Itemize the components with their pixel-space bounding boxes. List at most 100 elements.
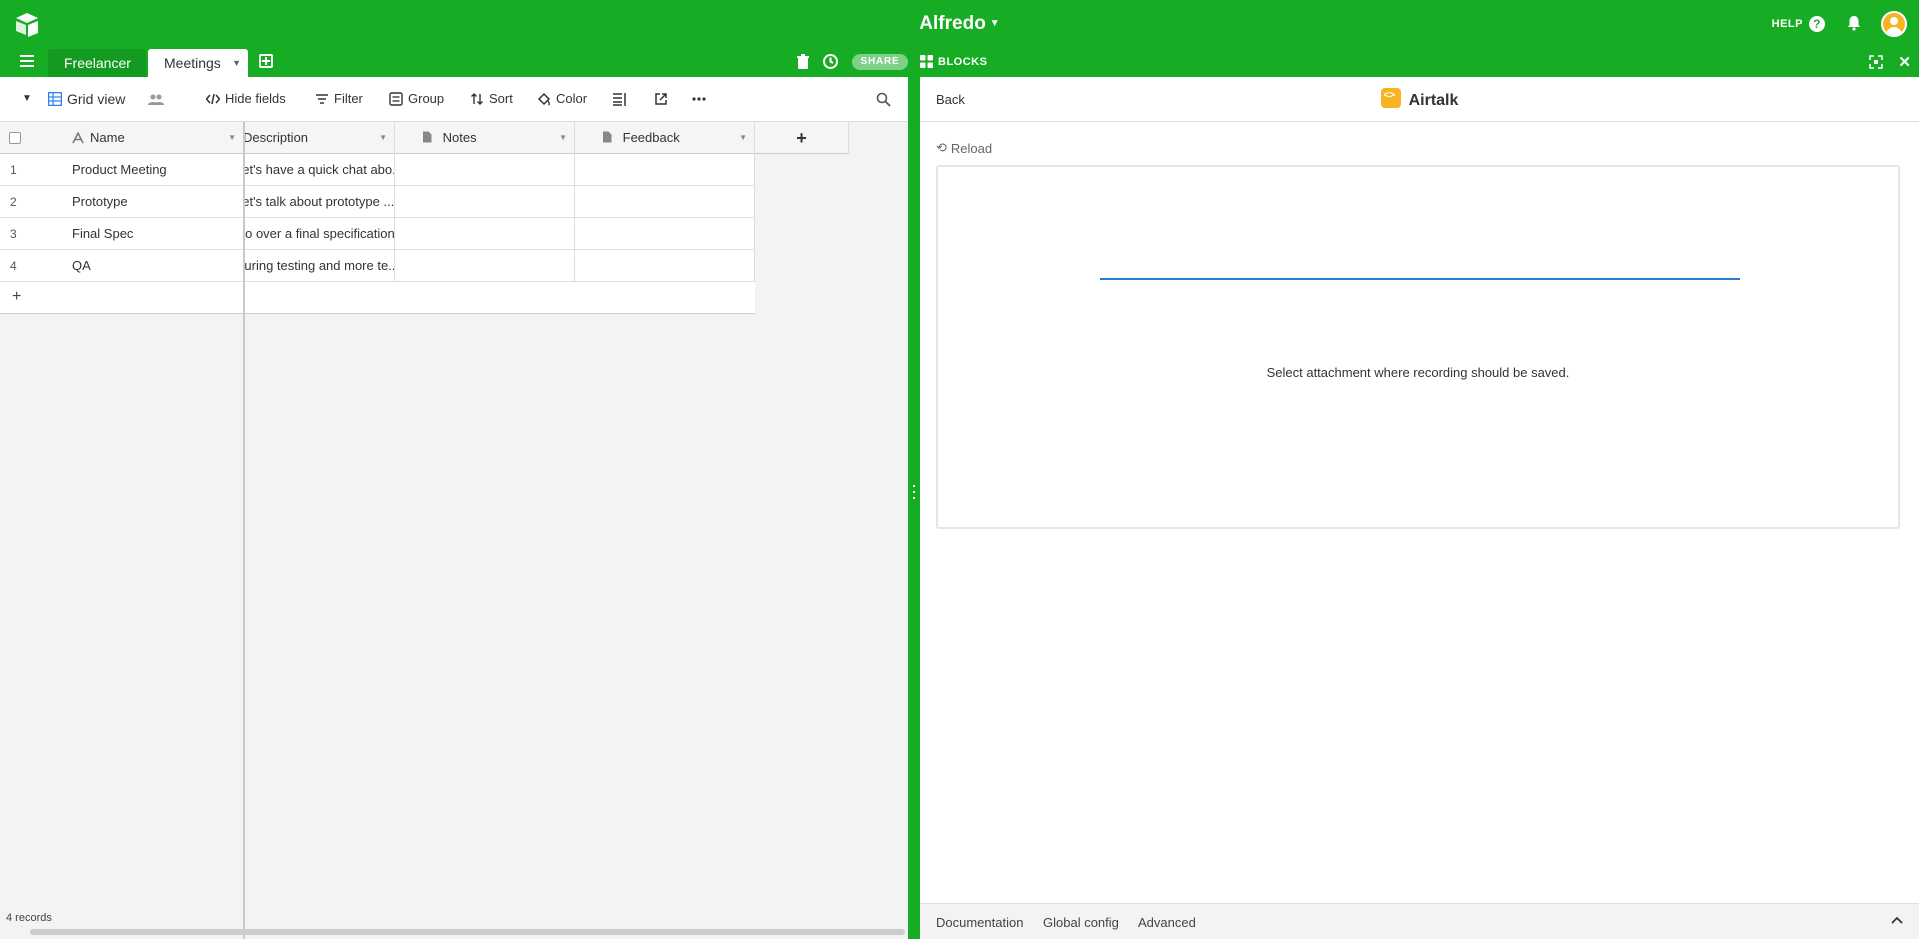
block-pane: Back Airtalk ⟲ Reload Select attachment … xyxy=(920,77,1919,939)
long-text-field-icon xyxy=(603,131,612,143)
help-button[interactable]: HELP ? xyxy=(1772,16,1825,32)
filter-icon xyxy=(316,93,328,104)
group-icon xyxy=(389,91,403,106)
table-row[interactable]: Let's have a quick chat abo... xyxy=(245,154,755,186)
chevron-up-icon[interactable] xyxy=(1891,916,1903,924)
cell-description[interactable]: Let's have a quick chat abo... xyxy=(245,154,395,186)
cell-notes[interactable] xyxy=(395,250,575,282)
frozen-column-area: Name ▼ 1 Product Meeting 2 Prototype 3 F… xyxy=(0,122,245,939)
progress-line xyxy=(1100,278,1740,280)
share-view-icon[interactable] xyxy=(654,92,668,106)
grid-pane: ▼ Grid view Hide fields Filter Group Sor… xyxy=(0,77,908,939)
grid-header-frozen: Name ▼ xyxy=(0,122,243,154)
table-row[interactable]: Go over a final specification ... xyxy=(245,218,755,250)
add-table-icon[interactable] xyxy=(259,54,273,68)
color-label: Color xyxy=(556,91,588,106)
add-record-button[interactable]: + xyxy=(0,282,243,314)
base-menu-caret-icon[interactable]: ▼ xyxy=(990,18,1000,29)
color-button[interactable]: Color xyxy=(537,91,587,106)
view-switcher-caret-icon[interactable]: ▼ xyxy=(22,93,32,104)
view-name: Grid view xyxy=(67,91,126,107)
column-header-description[interactable]: Description ▼ xyxy=(243,122,395,154)
table-row[interactable]: 3 Final Spec xyxy=(0,218,243,250)
trash-icon[interactable] xyxy=(796,54,810,70)
column-header-feedback[interactable]: Feedback ▼ xyxy=(575,122,755,154)
cell-description[interactable]: During testing and more te... xyxy=(245,250,395,282)
horizontal-scrollbar[interactable] xyxy=(30,929,905,935)
hamburger-icon[interactable] xyxy=(20,55,34,69)
color-icon xyxy=(537,92,551,106)
table-row[interactable]: 4 QA xyxy=(0,250,243,282)
help-label: HELP xyxy=(1771,18,1803,30)
cell-feedback[interactable] xyxy=(575,186,755,218)
cell-description[interactable]: Let's talk about prototype ... xyxy=(245,186,395,218)
row-height-icon[interactable] xyxy=(612,92,627,107)
table-row[interactable]: Let's talk about prototype ... xyxy=(245,186,755,218)
more-icon[interactable] xyxy=(692,97,706,101)
fullscreen-icon[interactable] xyxy=(1869,55,1883,69)
column-menu-caret-icon[interactable]: ▼ xyxy=(739,122,747,154)
bell-icon[interactable] xyxy=(1845,14,1863,32)
column-menu-caret-icon[interactable]: ▼ xyxy=(559,122,567,154)
grid-view-icon xyxy=(48,92,62,106)
share-button[interactable]: SHARE xyxy=(852,54,908,70)
text-field-icon xyxy=(72,132,84,144)
airtable-logo-icon[interactable] xyxy=(14,11,40,37)
cell-feedback[interactable] xyxy=(575,250,755,282)
history-icon[interactable] xyxy=(822,53,839,70)
cell-notes[interactable] xyxy=(395,186,575,218)
column-label-name: Name xyxy=(90,130,125,145)
table-row[interactable]: 2 Prototype xyxy=(0,186,243,218)
hide-fields-label: Hide fields xyxy=(225,91,286,106)
attachment-message: Select attachment where recording should… xyxy=(1266,365,1570,380)
advanced-link[interactable]: Advanced xyxy=(1138,915,1196,930)
cell-name[interactable]: Product Meeting xyxy=(72,154,167,186)
long-text-field-icon xyxy=(423,131,432,143)
base-title[interactable]: Alfredo ▼ xyxy=(0,13,1919,35)
cell-notes[interactable] xyxy=(395,218,575,250)
column-menu-caret-icon[interactable]: ▼ xyxy=(379,122,387,154)
column-header-name[interactable]: Name ▼ xyxy=(72,122,243,154)
grid-header-scrolled: Description ▼ Notes ▼ Feedback ▼ + xyxy=(243,122,849,154)
close-icon[interactable]: ✕ xyxy=(1898,53,1911,71)
pane-resize-handle[interactable] xyxy=(908,77,920,939)
group-label: Group xyxy=(408,91,445,106)
add-row-strip[interactable] xyxy=(245,282,755,314)
search-icon[interactable] xyxy=(876,92,891,107)
filter-button[interactable]: Filter xyxy=(315,91,363,106)
global-config-link[interactable]: Global config xyxy=(1043,915,1119,930)
cell-feedback[interactable] xyxy=(575,218,755,250)
cell-feedback[interactable] xyxy=(575,154,755,186)
sort-label: Sort xyxy=(489,91,513,106)
collaborators-icon[interactable] xyxy=(148,94,164,106)
cell-name[interactable]: Prototype xyxy=(72,186,128,218)
hide-fields-button[interactable]: Hide fields xyxy=(206,91,286,106)
documentation-link[interactable]: Documentation xyxy=(936,915,1023,930)
block-code-icon xyxy=(1380,88,1401,108)
base-name[interactable]: Alfredo xyxy=(919,13,986,34)
blocks-label: BLOCKS xyxy=(938,55,988,68)
column-header-notes[interactable]: Notes ▼ xyxy=(395,122,575,154)
blocks-header: BLOCKS ✕ xyxy=(920,48,1919,77)
view-switcher[interactable]: Grid view xyxy=(48,91,125,107)
table-row[interactable]: 1 Product Meeting xyxy=(0,154,243,186)
tab-menu-caret-icon[interactable]: ▼ xyxy=(232,49,241,77)
group-button[interactable]: Group xyxy=(389,91,444,106)
cell-description[interactable]: Go over a final specification ... xyxy=(245,218,395,250)
reload-button[interactable]: ⟲ Reload xyxy=(936,140,992,156)
view-bar: ▼ Grid view Hide fields Filter Group Sor… xyxy=(0,77,908,122)
row-number: 4 xyxy=(10,259,17,273)
tab-freelancer[interactable]: Freelancer xyxy=(48,49,146,77)
column-menu-caret-icon[interactable]: ▼ xyxy=(228,122,236,154)
cell-notes[interactable] xyxy=(395,154,575,186)
sort-button[interactable]: Sort xyxy=(470,91,513,106)
cell-name[interactable]: Final Spec xyxy=(72,218,133,250)
select-all-checkbox[interactable] xyxy=(9,132,21,144)
table-row[interactable]: During testing and more te... xyxy=(245,250,755,282)
avatar[interactable] xyxy=(1881,11,1907,37)
cell-name[interactable]: QA xyxy=(72,250,91,282)
row-number: 3 xyxy=(10,227,17,241)
filter-label: Filter xyxy=(334,91,363,106)
tab-meetings[interactable]: Meetings ▼ xyxy=(148,49,248,77)
add-field-button[interactable]: + xyxy=(755,122,849,154)
